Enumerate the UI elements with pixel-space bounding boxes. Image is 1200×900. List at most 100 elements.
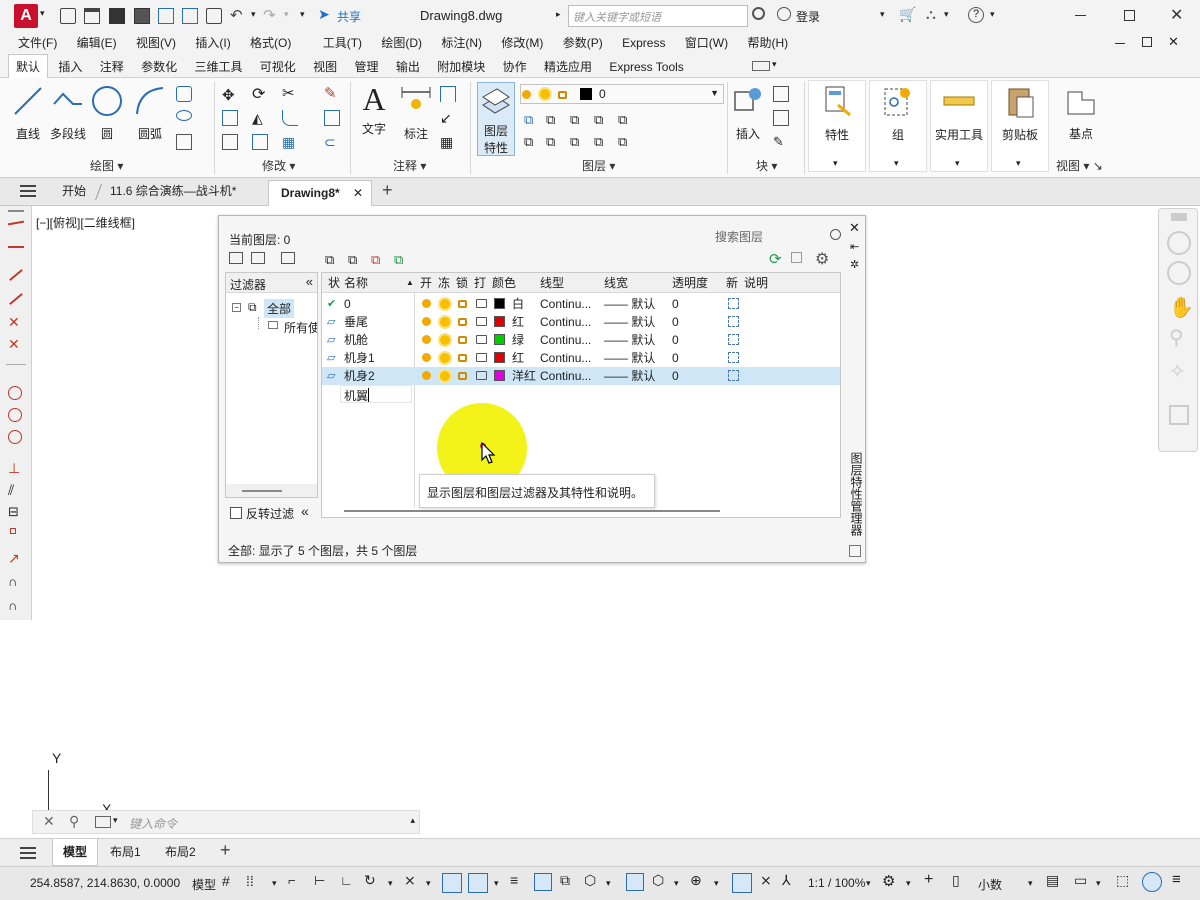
dialog-properties-icon[interactable]: ✲: [850, 258, 859, 271]
hatch-icon[interactable]: [176, 134, 192, 150]
dynamic-input-icon[interactable]: ⊢: [314, 873, 325, 889]
tab-express-tools[interactable]: Express Tools: [602, 55, 690, 79]
modify-panel-label[interactable]: 修改 ▾: [262, 157, 295, 174]
isodraft-chevron-icon[interactable]: ▾: [426, 878, 431, 889]
redo-icon[interactable]: ↷: [263, 6, 276, 24]
layer-color-swatch[interactable]: [494, 352, 505, 363]
ellipse-icon[interactable]: [176, 110, 192, 121]
transparency-icon[interactable]: [534, 873, 552, 891]
doc-restore-icon[interactable]: [1142, 37, 1152, 47]
tool-insert-icon[interactable]: ⫽: [8, 482, 14, 499]
invert-filter-checkbox[interactable]: [230, 507, 242, 519]
layer-linetype[interactable]: Continu...: [540, 349, 591, 367]
refresh-icon[interactable]: ⟳: [769, 250, 782, 268]
layer-linetype[interactable]: Continu...: [540, 367, 591, 385]
mirror-icon[interactable]: ◭: [252, 110, 268, 126]
units-icon[interactable]: ▯: [952, 872, 960, 889]
app-menu-chevron-icon[interactable]: ▾: [40, 8, 45, 19]
layer-lock-icon[interactable]: [458, 318, 467, 326]
tool-block-icon[interactable]: ⊟: [8, 504, 19, 520]
3d-osnap-icon[interactable]: ⬡: [584, 872, 596, 889]
layer-row[interactable]: ▱ 机身1 红 Continu... —— 默认 0: [322, 349, 840, 367]
hamburger-menu-icon[interactable]: [20, 185, 36, 197]
navbar-close-icon[interactable]: [1171, 213, 1187, 221]
layer-color-name[interactable]: 白: [512, 295, 524, 313]
layer-search-icon[interactable]: [830, 229, 841, 240]
new-property-filter-icon[interactable]: [229, 252, 243, 264]
group-button[interactable]: 组: [870, 85, 926, 143]
menu-tools[interactable]: 工具(T): [303, 32, 370, 54]
layer-tool-5-icon[interactable]: ⧉: [618, 112, 634, 128]
layer-color-swatch[interactable]: [494, 334, 505, 345]
tab-layout2[interactable]: 布局2: [165, 839, 196, 866]
stretch-icon[interactable]: [222, 134, 238, 150]
menu-express[interactable]: Express: [614, 32, 673, 54]
layer-color-swatch[interactable]: [494, 298, 505, 309]
layer-transparency[interactable]: 0: [672, 349, 679, 367]
group-chevron-icon[interactable]: ▾: [894, 158, 899, 169]
customize-icon[interactable]: ≡: [1172, 871, 1181, 888]
table-icon[interactable]: ▦: [440, 134, 456, 150]
toolbar-grip[interactable]: [8, 210, 24, 212]
layer-lineweight[interactable]: —— 默认: [604, 367, 655, 385]
col-freeze[interactable]: 冻: [438, 273, 450, 293]
layer-freeze-sun-icon[interactable]: [440, 371, 450, 381]
layer-new-vp-freeze-icon[interactable]: [728, 334, 739, 345]
menu-file[interactable]: 文件(F): [10, 32, 65, 54]
grid-icon[interactable]: #: [222, 873, 230, 889]
tab-addins[interactable]: 附加模块: [430, 55, 492, 79]
clipboard-chevron-icon[interactable]: ▾: [1016, 158, 1021, 169]
copy-icon[interactable]: [222, 110, 238, 126]
3d-osnap-chevron-icon[interactable]: ▾: [606, 878, 611, 889]
zoom-extents-icon[interactable]: ⚲: [1169, 325, 1184, 350]
help-chevron-icon[interactable]: ▾: [990, 9, 995, 20]
layer-lock-icon[interactable]: [458, 336, 467, 344]
layer-name[interactable]: 机舱: [344, 331, 368, 349]
tab-parametric[interactable]: 参数化: [134, 55, 184, 79]
layer-linetype[interactable]: Continu...: [540, 313, 591, 331]
layer-on-bulb-icon[interactable]: [422, 299, 431, 308]
layer-color-name[interactable]: 绿: [512, 331, 524, 349]
command-history-icon[interactable]: ▴: [410, 815, 415, 826]
tab-start[interactable]: 开始: [52, 178, 96, 205]
layer-tool-4-icon[interactable]: ⧉: [594, 112, 610, 128]
tab-annotate[interactable]: 注释: [93, 55, 131, 79]
new-layer-vp-frozen-icon[interactable]: ⧉: [348, 252, 357, 268]
tool-circle-icon[interactable]: [8, 386, 22, 400]
tool-hatch-icon[interactable]: ↗: [8, 550, 20, 567]
base-point-button[interactable]: 基点: [1055, 84, 1107, 142]
tool-revcloud-icon[interactable]: [8, 408, 22, 422]
layer-plot-printer-icon[interactable]: [476, 371, 487, 380]
layer-freeze-sun-icon[interactable]: [440, 335, 450, 345]
tab-insert[interactable]: 插入: [51, 55, 89, 79]
utilities-button[interactable]: 实用工具: [931, 85, 987, 143]
set-current-layer-icon[interactable]: ⧉: [394, 252, 403, 268]
minimize-icon[interactable]: [1075, 15, 1086, 16]
layer-transparency[interactable]: 0: [672, 295, 679, 313]
menu-dimension[interactable]: 标注(N): [433, 32, 490, 54]
workspace-gear-icon[interactable]: ⚙: [882, 872, 895, 890]
col-new-vp[interactable]: 新: [726, 273, 738, 293]
ortho-icon[interactable]: ∟: [340, 873, 353, 888]
layer-linetype[interactable]: Continu...: [540, 295, 591, 313]
undo-chevron-icon[interactable]: ▾: [251, 9, 256, 20]
coordinates-readout[interactable]: 254.8587, 214.8630, 0.0000: [30, 876, 180, 890]
layer-lineweight[interactable]: —— 默认: [604, 331, 655, 349]
layer-lock-icon[interactable]: [458, 300, 467, 308]
clipboard-button[interactable]: 剪贴板: [992, 85, 1048, 143]
annotation-scale-icon[interactable]: ⅄: [782, 872, 791, 889]
snap-icon[interactable]: ⁞⁞: [246, 873, 254, 889]
menu-view[interactable]: 视图(V): [128, 32, 184, 54]
fillet-icon[interactable]: [282, 110, 298, 126]
close-icon[interactable]: ✕: [1170, 5, 1183, 25]
layer-lineweight[interactable]: —— 默认: [604, 313, 655, 331]
command-prompt-chevron-icon[interactable]: ▾: [113, 815, 118, 826]
polar-tracking-icon[interactable]: ↻: [364, 872, 376, 889]
col-on[interactable]: 开: [420, 273, 432, 293]
infer-constraints-icon[interactable]: ⌐: [288, 873, 296, 888]
layer-transparency[interactable]: 0: [672, 367, 679, 385]
layer-tool-3-icon[interactable]: ⧉: [570, 112, 586, 128]
selection-filter-chevron-icon[interactable]: ▾: [674, 878, 679, 889]
redo-chevron-icon[interactable]: ▾: [284, 9, 289, 20]
layer-row[interactable]: ▱ 机身2 洋红 Continu... —— 默认 0: [322, 367, 840, 385]
